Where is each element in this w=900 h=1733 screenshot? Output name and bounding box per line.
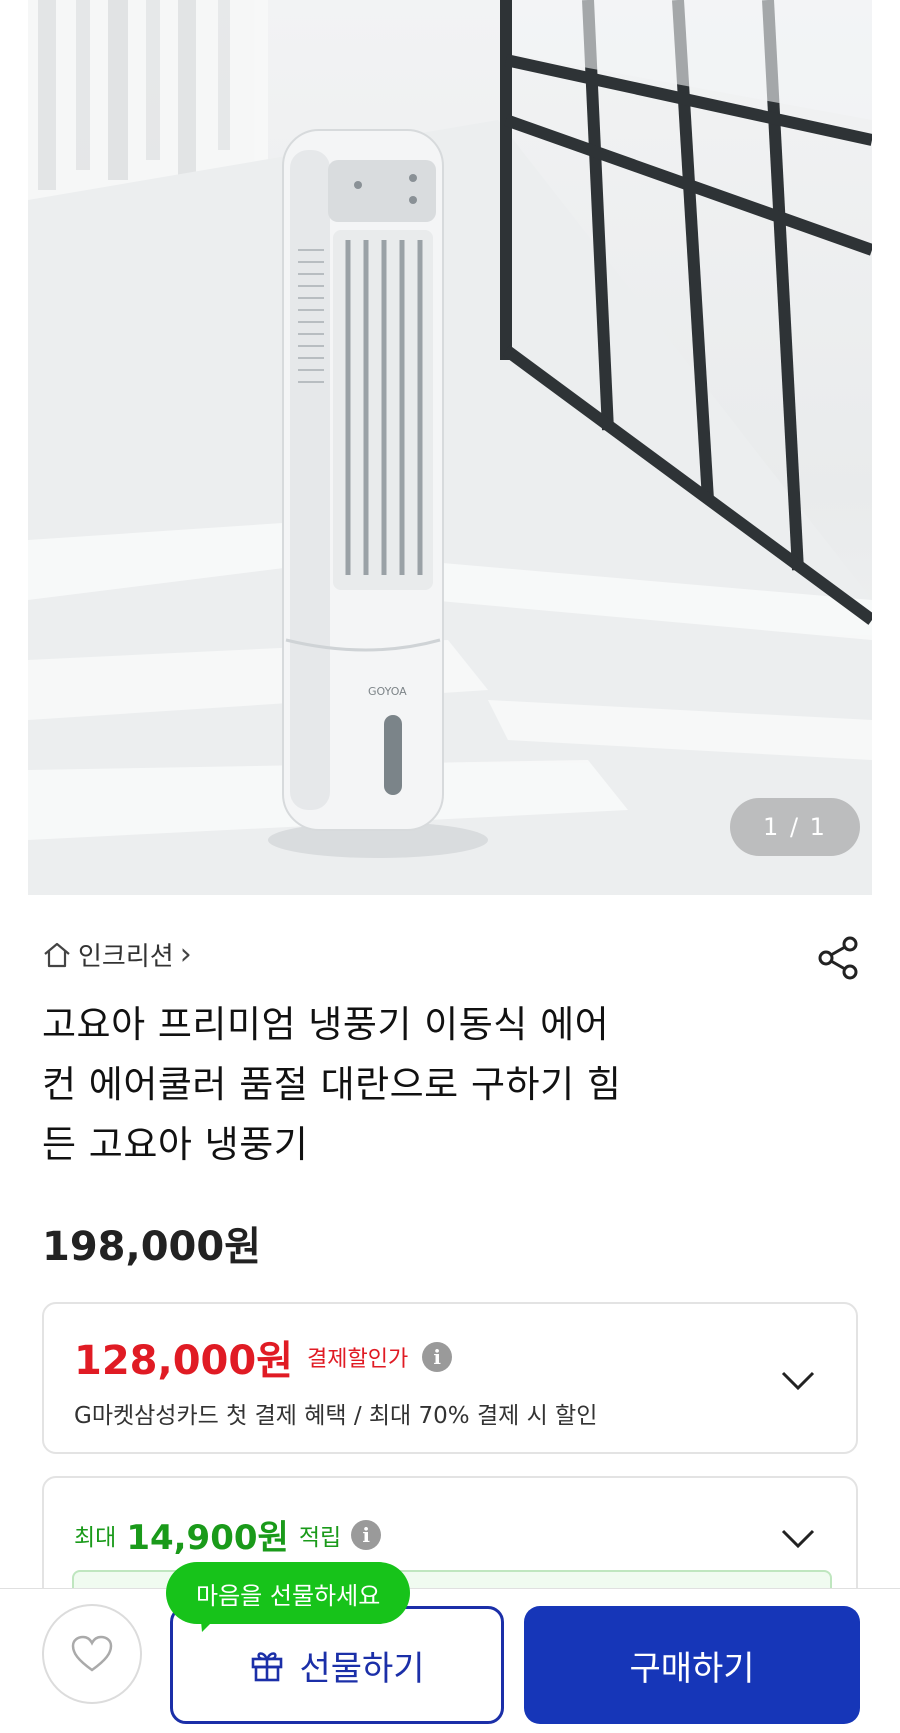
gift-button-label: 선물하기 [299,1648,425,1689]
product-title: 고요아 프리미엄 냉풍기 이동식 에어 컨 에어쿨러 품절 대란으로 구하기 힘… [42,995,762,1175]
heart-icon [71,1635,113,1672]
product-image[interactable]: GOYOA 1 / 1 [28,0,872,895]
product-title-line: 컨 에어쿨러 품절 대란으로 구하기 힘 [42,1063,622,1106]
share-icon [818,936,858,980]
chevron-right-icon: › [179,937,192,972]
home-icon [44,942,70,967]
chevron-down-icon[interactable] [780,1528,816,1550]
category-breadcrumb[interactable]: 인크리션 › [42,936,192,973]
buy-button[interactable]: 구매하기 [524,1606,860,1724]
category-label: 인크리션 [78,942,174,972]
discount-card[interactable]: 128,000원 결제할인가 i G마켓삼성카드 첫 결제 혜택 / 최대 70… [42,1302,858,1454]
gift-tooltip: 마음을 선물하세요 [166,1562,411,1624]
product-title-line: 고요아 프리미엄 냉풍기 이동식 에어 [42,1003,610,1046]
info-icon[interactable]: i [422,1342,453,1372]
info-icon[interactable]: i [351,1519,382,1550]
original-price: 198,000원 [42,1224,261,1270]
chevron-down-icon[interactable] [780,1370,816,1392]
product-logo-text: GOYOA [368,685,407,698]
gift-icon [252,1652,283,1682]
product-photo-illustration: GOYOA [28,0,872,895]
share-button[interactable] [814,934,862,982]
image-counter: 1 / 1 [730,798,860,856]
discount-description: G마켓삼성카드 첫 결제 혜택 / 최대 70% 결제 시 할인 [74,1403,598,1429]
reward-amount: 14,900원 [126,1518,289,1558]
discount-price: 128,000원 [74,1338,293,1384]
wishlist-button[interactable] [42,1604,142,1704]
discount-label: 결제할인가 [307,1347,409,1372]
reward-prefix: 최대 [74,1524,117,1551]
reward-suffix: 적립 [298,1524,342,1551]
product-title-line: 든 고요아 냉풍기 [42,1123,309,1166]
